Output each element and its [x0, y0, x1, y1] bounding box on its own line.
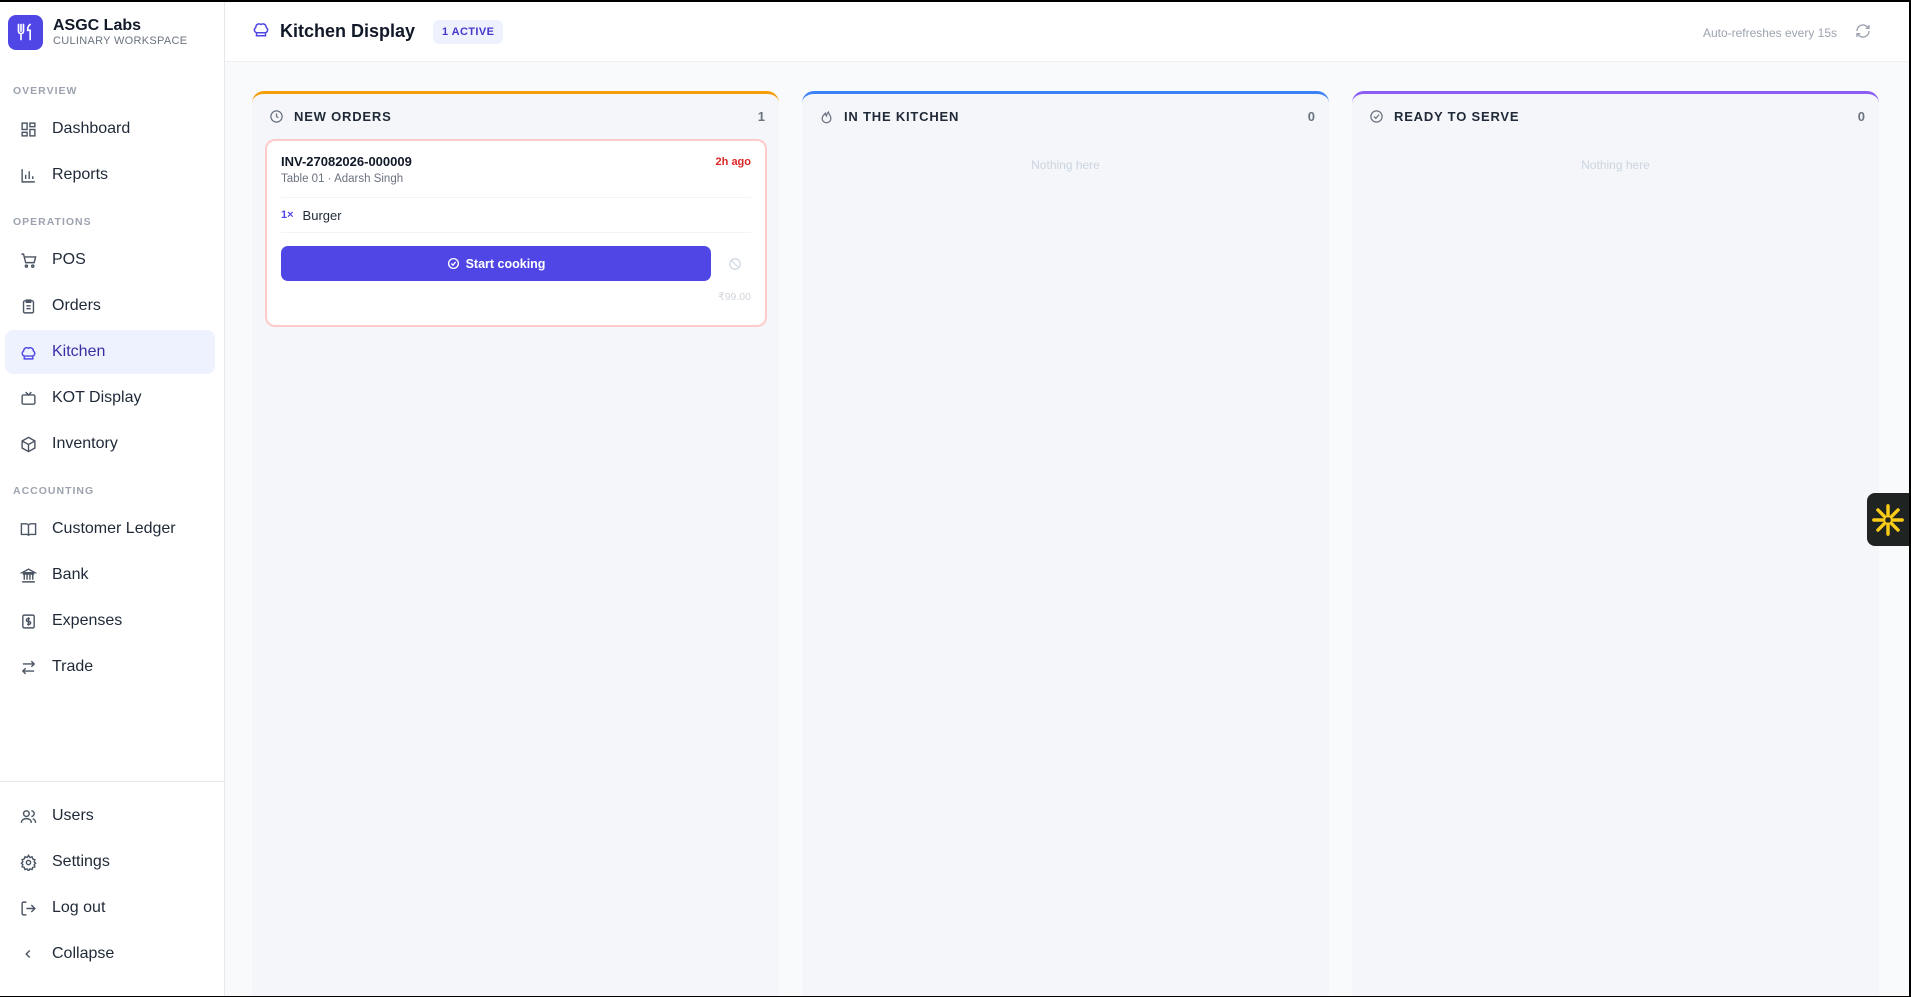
item-name: Burger — [302, 207, 342, 223]
sidebar-item-label: POS — [52, 251, 86, 268]
sidebar: ASGC Labs CULINARY WORKSPACE OVERVIEW Da… — [0, 2, 225, 996]
clipboard-icon — [18, 296, 38, 316]
brand[interactable]: ASGC Labs CULINARY WORKSPACE — [0, 2, 224, 62]
logout-icon — [18, 898, 38, 918]
order-actions: Start cooking — [281, 246, 751, 281]
sidebar-item-label: Kitchen — [52, 343, 106, 360]
book-icon — [18, 519, 38, 539]
receipt-icon — [18, 611, 38, 631]
sidebar-item-pos[interactable]: POS — [5, 238, 215, 282]
ban-icon — [729, 257, 741, 270]
active-count-badge: 1 ACTIVE — [433, 19, 504, 44]
order-time: 2h ago — [715, 156, 751, 168]
column-title: READY TO SERVE — [1394, 109, 1520, 124]
chef-hat-icon — [252, 20, 270, 43]
tv-icon — [18, 388, 38, 408]
section-label-overview: OVERVIEW — [13, 85, 78, 97]
order-card[interactable]: INV-27082026-000009 2h ago Table 01 · Ad… — [265, 139, 767, 327]
column-in-kitchen: IN THE KITCHEN 0 Nothing here — [802, 91, 1329, 996]
sidebar-item-label: Users — [52, 807, 94, 824]
users-icon — [18, 806, 38, 826]
sidebar-item-label: Orders — [52, 297, 101, 314]
column-header: NEW ORDERS 1 — [252, 94, 779, 139]
bar-chart-icon — [18, 165, 38, 185]
section-label-accounting: ACCOUNTING — [13, 485, 95, 497]
page-title: Kitchen Display — [280, 21, 416, 41]
cart-icon — [18, 250, 38, 270]
refresh-button[interactable] — [1855, 23, 1871, 44]
refresh-icon — [1856, 24, 1870, 38]
brand-name: ASGC Labs — [53, 17, 142, 34]
empty-state: Nothing here — [1031, 158, 1100, 172]
sidebar-item-label: Customer Ledger — [52, 520, 176, 537]
order-meta: Table 01 · Adarsh Singh — [281, 173, 404, 185]
app-window: ASGC Labs CULINARY WORKSPACE OVERVIEW Da… — [0, 2, 1909, 996]
kanban-board: NEW ORDERS 1 INV-27082026-000009 2h ago … — [252, 91, 1882, 996]
dashboard-icon — [18, 119, 38, 139]
column-count: 0 — [1857, 109, 1865, 124]
column-count: 0 — [1307, 109, 1315, 124]
column-header: IN THE KITCHEN 0 — [802, 94, 1329, 139]
column-title: NEW ORDERS — [294, 109, 392, 124]
brand-subtitle: CULINARY WORKSPACE — [53, 35, 188, 47]
utensils-icon — [8, 14, 43, 50]
sidebar-item-label: Dashboard — [52, 120, 131, 137]
sidebar-item-label: Settings — [52, 853, 110, 870]
chef-hat-icon — [18, 342, 38, 362]
check-circle-icon — [447, 257, 459, 270]
sidebar-item-kitchen[interactable]: Kitchen — [5, 330, 215, 374]
sidebar-item-customer-ledger[interactable]: Customer Ledger — [5, 507, 215, 551]
sidebar-item-bank[interactable]: Bank — [5, 553, 215, 597]
sidebar-item-label: KOT Display — [52, 389, 142, 406]
chevron-left-icon — [18, 944, 38, 964]
sidebar-item-reports[interactable]: Reports — [5, 153, 215, 197]
clock-icon — [270, 110, 283, 123]
sidebar-item-orders[interactable]: Orders — [5, 284, 215, 328]
sidebar-item-label: Trade — [52, 658, 94, 675]
check-circle-icon — [1370, 110, 1383, 123]
flame-icon — [821, 110, 832, 124]
sidebar-item-label: Log out — [52, 899, 106, 916]
sidebar-item-label: Collapse — [52, 945, 115, 962]
order-total: ₹99.00 — [718, 291, 751, 303]
sidebar-item-label: Expenses — [52, 612, 123, 629]
start-cooking-button[interactable]: Start cooking — [281, 246, 711, 281]
column-ready-to-serve: READY TO SERVE 0 Nothing here — [1352, 91, 1879, 996]
collapse-button[interactable]: Collapse — [5, 932, 215, 976]
section-label-operations: OPERATIONS — [13, 216, 92, 228]
sidebar-item-settings[interactable]: Settings — [5, 840, 215, 884]
header: Kitchen Display 1 ACTIVE Auto-refreshes … — [225, 2, 1909, 62]
gear-icon — [18, 852, 38, 872]
sidebar-footer: Users Settings Log out Collapse — [0, 781, 224, 996]
column-count: 1 — [757, 109, 765, 124]
order-id: INV-27082026-000009 — [281, 154, 412, 169]
column-title: IN THE KITCHEN — [844, 109, 960, 124]
arrows-icon — [18, 657, 38, 677]
start-cooking-label: Start cooking — [465, 256, 546, 271]
column-header: READY TO SERVE 0 — [1352, 94, 1879, 139]
cancel-order-button[interactable] — [725, 254, 745, 274]
sidebar-item-kot-display[interactable]: KOT Display — [5, 376, 215, 420]
sidebar-item-label: Reports — [52, 166, 109, 183]
sidebar-item-label: Inventory — [52, 435, 118, 452]
sparkle-icon — [1872, 503, 1904, 536]
assistant-widget-button[interactable] — [1867, 493, 1909, 546]
sidebar-item-users[interactable]: Users — [5, 794, 215, 838]
item-qty: 1× — [281, 209, 294, 221]
sidebar-item-expenses[interactable]: Expenses — [5, 599, 215, 643]
column-new-orders: NEW ORDERS 1 INV-27082026-000009 2h ago … — [252, 91, 779, 996]
auto-refresh-text: Auto-refreshes every 15s — [1702, 26, 1837, 40]
sidebar-item-inventory[interactable]: Inventory — [5, 422, 215, 466]
bank-icon — [18, 565, 38, 585]
empty-state: Nothing here — [1581, 158, 1650, 172]
main-content: Kitchen Display 1 ACTIVE Auto-refreshes … — [225, 2, 1909, 996]
sidebar-item-trade[interactable]: Trade — [5, 645, 215, 689]
order-item: 1× Burger — [281, 197, 751, 233]
sidebar-item-dashboard[interactable]: Dashboard — [5, 107, 215, 151]
sidebar-item-logout[interactable]: Log out — [5, 886, 215, 930]
sidebar-item-label: Bank — [52, 566, 89, 583]
package-icon — [18, 434, 38, 454]
